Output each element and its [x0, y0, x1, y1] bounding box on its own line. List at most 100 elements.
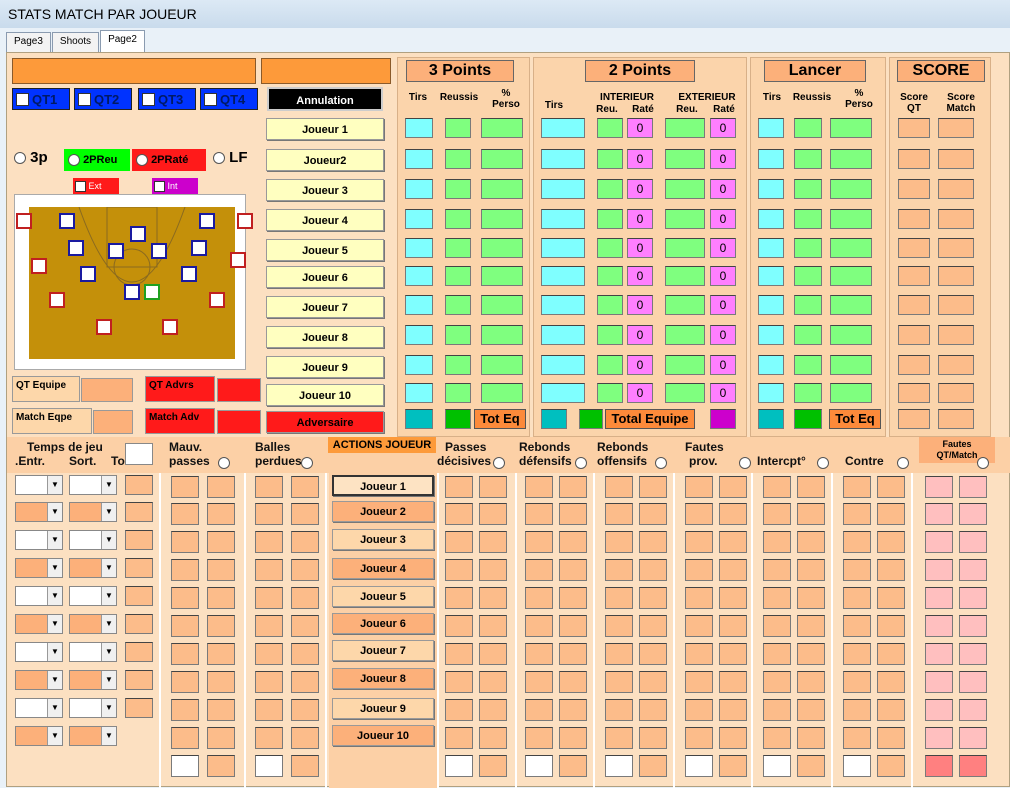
action-stat-cell[interactable]	[171, 727, 199, 749]
stat-cell[interactable]	[938, 325, 974, 345]
action-stat-cell[interactable]	[479, 643, 507, 665]
action-stat-cell[interactable]	[255, 559, 283, 581]
stat-cell[interactable]	[481, 179, 523, 199]
stat-cell[interactable]	[445, 266, 471, 286]
action-stat-cell[interactable]	[445, 727, 473, 749]
action-stat-cell[interactable]	[763, 643, 791, 665]
stat-cell[interactable]	[830, 266, 872, 286]
stat-cell[interactable]	[541, 295, 585, 315]
intercept-radio[interactable]	[817, 454, 829, 472]
action-stat-cell[interactable]	[877, 559, 905, 581]
exit-time-select[interactable]: ▼	[69, 558, 117, 578]
stat-cell[interactable]	[898, 266, 930, 286]
action-stat-cell[interactable]	[479, 559, 507, 581]
action-stat-cell[interactable]	[639, 671, 667, 693]
radio-2prate[interactable]: 2PRaté	[132, 149, 206, 171]
balles-radio[interactable]	[301, 454, 313, 472]
action-stat-cell[interactable]	[639, 699, 667, 721]
action-stat-cell[interactable]	[291, 699, 319, 721]
action-stat-cell[interactable]	[559, 503, 587, 525]
stat-cell[interactable]: 0	[627, 209, 653, 229]
fautes-qt-radio[interactable]	[977, 454, 989, 472]
action-stat-cell[interactable]	[797, 559, 825, 581]
action-stat-cell[interactable]	[763, 755, 791, 777]
action-stat-cell[interactable]	[605, 503, 633, 525]
action-stat-cell[interactable]	[843, 643, 871, 665]
stat-cell[interactable]	[405, 295, 433, 315]
stat-cell[interactable]	[541, 238, 585, 258]
action-stat-cell[interactable]	[559, 643, 587, 665]
action-stat-cell[interactable]	[877, 476, 905, 498]
action-stat-cell[interactable]	[843, 699, 871, 721]
stat-cell[interactable]	[481, 355, 523, 375]
action-stat-cell[interactable]	[291, 476, 319, 498]
court-zone-19[interactable]	[162, 319, 178, 335]
stat-cell[interactable]	[481, 383, 523, 403]
action-stat-cell[interactable]	[207, 559, 235, 581]
action-stat-cell[interactable]	[445, 476, 473, 498]
action-stat-cell[interactable]	[843, 727, 871, 749]
stat-cell[interactable]: 0	[627, 355, 653, 375]
action-stat-cell[interactable]	[843, 615, 871, 637]
action-stat-cell[interactable]	[291, 727, 319, 749]
action-stat-cell[interactable]	[843, 671, 871, 693]
stat-cell[interactable]	[445, 179, 471, 199]
court-zone-16[interactable]	[49, 292, 65, 308]
action-stat-cell[interactable]	[877, 531, 905, 553]
action-player-10[interactable]: Joueur 10	[332, 725, 434, 746]
stat-cell[interactable]	[758, 179, 784, 199]
action-stat-cell[interactable]	[291, 615, 319, 637]
foul-cell[interactable]	[959, 559, 987, 581]
stat-cell[interactable]	[445, 383, 471, 403]
court-zone-10[interactable]	[31, 258, 47, 274]
stat-cell[interactable]: 0	[627, 238, 653, 258]
action-stat-cell[interactable]	[719, 531, 747, 553]
action-stat-cell[interactable]	[605, 559, 633, 581]
chevron-down-icon[interactable]: ▼	[47, 531, 62, 549]
action-stat-cell[interactable]	[763, 503, 791, 525]
action-stat-cell[interactable]	[207, 476, 235, 498]
court-zone-14[interactable]	[124, 284, 140, 300]
action-stat-cell[interactable]	[763, 727, 791, 749]
radio-3p[interactable]: 3p	[14, 149, 48, 166]
qt1-checkbox[interactable]: QT1	[12, 88, 70, 110]
chevron-down-icon[interactable]: ▼	[47, 476, 62, 494]
foul-cell[interactable]	[959, 503, 987, 525]
entry-time-select[interactable]: ▼	[15, 726, 63, 746]
foul-cell[interactable]	[959, 671, 987, 693]
stat-cell[interactable]	[405, 118, 433, 138]
action-stat-cell[interactable]	[255, 503, 283, 525]
stat-cell[interactable]	[938, 209, 974, 229]
action-stat-cell[interactable]	[559, 615, 587, 637]
action-stat-cell[interactable]	[255, 727, 283, 749]
exit-time-select[interactable]: ▼	[69, 614, 117, 634]
stat-cell[interactable]: 0	[710, 179, 736, 199]
action-stat-cell[interactable]	[445, 531, 473, 553]
stat-cell[interactable]	[794, 209, 822, 229]
action-stat-cell[interactable]	[171, 671, 199, 693]
action-stat-cell[interactable]	[763, 559, 791, 581]
player-button-10[interactable]: Joueur 10	[266, 384, 384, 406]
entry-time-select[interactable]: ▼	[15, 642, 63, 662]
action-stat-cell[interactable]	[525, 615, 553, 637]
stat-cell[interactable]	[898, 209, 930, 229]
action-player-8[interactable]: Joueur 8	[332, 668, 434, 689]
action-stat-cell[interactable]	[719, 587, 747, 609]
player-button-3[interactable]: Joueur 3	[266, 179, 384, 201]
court-zone-9[interactable]	[191, 240, 207, 256]
action-stat-cell[interactable]	[525, 671, 553, 693]
action-stat-cell[interactable]	[525, 643, 553, 665]
chevron-down-icon[interactable]: ▼	[101, 587, 116, 605]
action-stat-cell[interactable]	[559, 531, 587, 553]
action-stat-cell[interactable]	[843, 587, 871, 609]
exit-time-select[interactable]: ▼	[69, 726, 117, 746]
action-stat-cell[interactable]	[797, 615, 825, 637]
stat-cell[interactable]	[405, 179, 433, 199]
foul-cell[interactable]	[959, 643, 987, 665]
action-stat-cell[interactable]	[291, 671, 319, 693]
court-zone-4[interactable]	[237, 213, 253, 229]
stat-cell[interactable]: 0	[627, 179, 653, 199]
stat-cell[interactable]	[938, 355, 974, 375]
action-stat-cell[interactable]	[685, 503, 713, 525]
court-zone-2[interactable]	[59, 213, 75, 229]
